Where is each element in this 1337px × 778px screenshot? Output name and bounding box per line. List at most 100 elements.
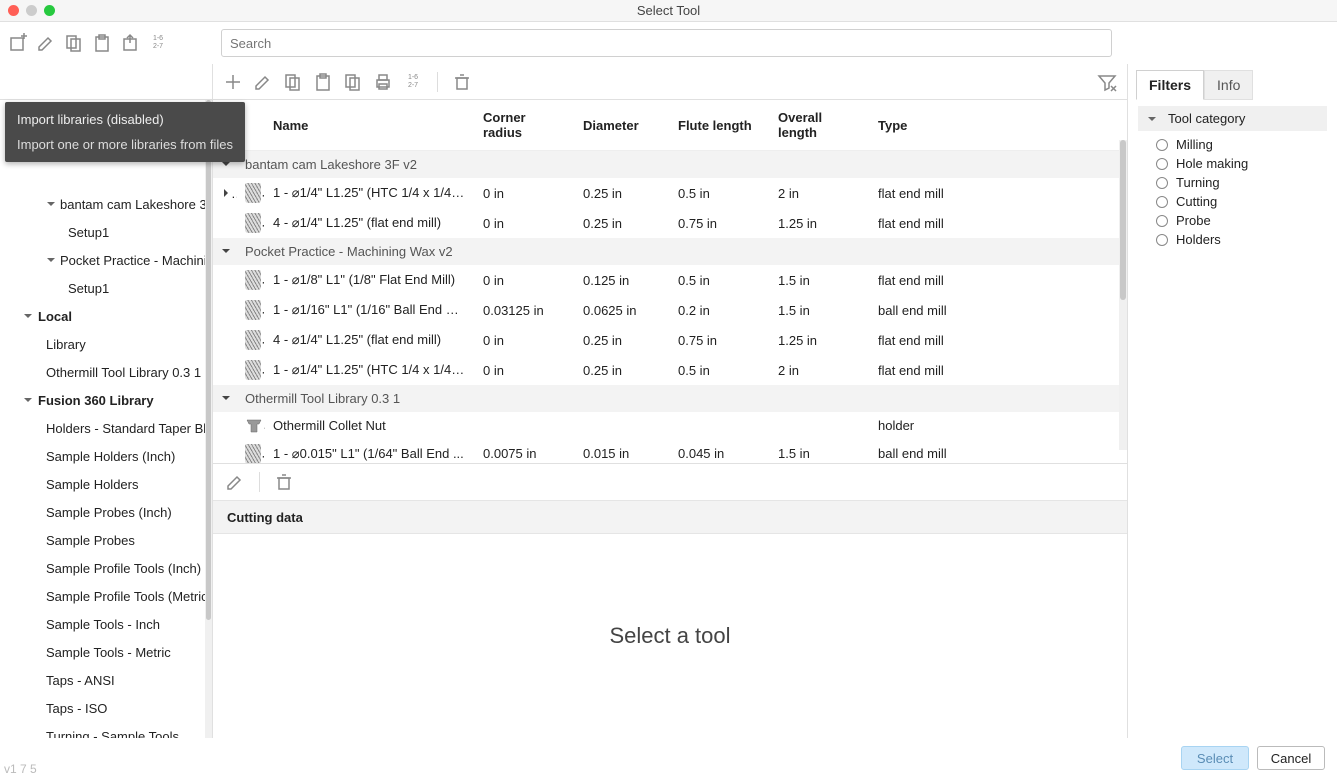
tree-item[interactable]: Taps - ANSI bbox=[0, 666, 212, 694]
table-row[interactable]: 1 - ⌀1/16" L1" (1/16" Ball End M...0.031… bbox=[213, 295, 1127, 325]
add-tool-icon[interactable] bbox=[223, 72, 243, 92]
endmill-icon bbox=[245, 330, 261, 350]
table-row[interactable]: 4 - ⌀1/4" L1.25" (flat end mill)0 in0.25… bbox=[213, 325, 1127, 355]
tree-item[interactable]: Fusion 360 Library bbox=[0, 386, 212, 414]
sidebar-scrollbar[interactable] bbox=[205, 100, 212, 738]
radio-icon bbox=[1156, 234, 1168, 246]
table-row[interactable]: 4 - ⌀1/4" L1.25" (flat end mill)0 in0.25… bbox=[213, 208, 1127, 238]
tree-item[interactable]: Pocket Practice - Machinin bbox=[0, 246, 212, 274]
version-label: v1 7 5 bbox=[4, 762, 37, 776]
copy-tool-icon[interactable] bbox=[283, 72, 303, 92]
table-group-row[interactable]: bantam cam Lakeshore 3F v2 bbox=[213, 151, 1127, 179]
table-row[interactable]: 1 - ⌀0.015" L1" (1/64" Ball End ...0.007… bbox=[213, 439, 1127, 464]
paste-tool-icon[interactable] bbox=[313, 72, 333, 92]
delete-cutting-data-icon[interactable] bbox=[274, 472, 294, 492]
endmill-icon bbox=[245, 444, 261, 464]
tree-item[interactable]: Local bbox=[0, 302, 212, 330]
tab-filters[interactable]: Filters bbox=[1136, 70, 1204, 100]
tree-item[interactable]: Sample Holders bbox=[0, 470, 212, 498]
badge-top: 1-6 bbox=[153, 35, 163, 43]
edit-icon[interactable] bbox=[36, 33, 56, 53]
export-icon[interactable] bbox=[120, 33, 140, 53]
delete-tool-icon[interactable] bbox=[452, 72, 472, 92]
select-button[interactable]: Select bbox=[1181, 746, 1249, 770]
copy-icon[interactable] bbox=[64, 33, 84, 53]
edit-cutting-data-icon[interactable] bbox=[225, 472, 245, 492]
endmill-icon bbox=[245, 270, 261, 290]
col-diameter[interactable]: Diameter bbox=[575, 100, 670, 151]
table-row[interactable]: Othermill Collet Nutholder bbox=[213, 412, 1127, 439]
duplicate-tool-icon[interactable] bbox=[343, 72, 363, 92]
close-window-icon[interactable] bbox=[8, 5, 19, 16]
chevron-down-icon bbox=[1146, 113, 1158, 125]
tree-item[interactable]: Setup1 bbox=[0, 274, 212, 302]
table-row[interactable]: 1 - ⌀1/4" L1.25" (HTC 1/4 x 1/4 x...0 in… bbox=[213, 178, 1127, 208]
chevron-down-icon bbox=[46, 254, 56, 266]
col-name[interactable]: Name bbox=[265, 100, 475, 151]
chevron-down-icon bbox=[22, 310, 34, 322]
library-tree[interactable]: bantam cam Lakeshore 3FSetup1Pocket Prac… bbox=[0, 100, 212, 738]
tree-item[interactable]: Turning - Sample Tools bbox=[0, 722, 212, 738]
col-flute-length[interactable]: Flute length bbox=[670, 100, 770, 151]
col-type[interactable]: Type bbox=[870, 100, 1127, 151]
table-group-row[interactable]: Pocket Practice - Machining Wax v2 bbox=[213, 238, 1127, 265]
tooltip-title: Import libraries (disabled) bbox=[17, 112, 233, 127]
edit-tool-icon[interactable] bbox=[253, 72, 273, 92]
tab-info[interactable]: Info bbox=[1204, 70, 1253, 100]
radio-icon bbox=[1156, 158, 1168, 170]
sidebar-toolbar bbox=[0, 64, 212, 100]
chevron-down-icon bbox=[22, 394, 34, 406]
renumber-icon[interactable]: 1-6 2-7 bbox=[148, 33, 168, 53]
endmill-icon bbox=[245, 213, 261, 233]
window-title: Select Tool bbox=[637, 3, 700, 18]
detail-pane: Select a tool bbox=[213, 534, 1127, 738]
zoom-window-icon[interactable] bbox=[44, 5, 55, 16]
cutting-data-header: Cutting data bbox=[213, 500, 1127, 534]
print-icon[interactable] bbox=[373, 72, 393, 92]
tree-item[interactable]: Library bbox=[0, 330, 212, 358]
tooltip: Import libraries (disabled) Import one o… bbox=[5, 102, 245, 162]
library-sidebar: bantam cam Lakeshore 3FSetup1Pocket Prac… bbox=[0, 64, 213, 738]
filter-heading-tool-category[interactable]: Tool category bbox=[1138, 106, 1327, 131]
filter-option[interactable]: Cutting bbox=[1138, 192, 1327, 211]
search-input[interactable] bbox=[221, 29, 1112, 57]
tree-item[interactable]: Setup1 bbox=[0, 218, 212, 246]
tree-item[interactable]: Sample Tools - Metric bbox=[0, 638, 212, 666]
clear-filter-icon[interactable] bbox=[1097, 72, 1117, 92]
tree-item[interactable]: Taps - ISO bbox=[0, 694, 212, 722]
filter-option[interactable]: Milling bbox=[1138, 135, 1327, 154]
filter-option[interactable]: Turning bbox=[1138, 173, 1327, 192]
tree-item[interactable]: Sample Tools - Inch bbox=[0, 610, 212, 638]
radio-icon bbox=[1156, 215, 1168, 227]
minimize-window-icon[interactable] bbox=[26, 5, 37, 16]
table-scrollbar[interactable] bbox=[1119, 140, 1127, 450]
tool-toolbar: 1-6 2-7 bbox=[213, 64, 1127, 100]
filter-option[interactable]: Probe bbox=[1138, 211, 1327, 230]
col-corner-radius[interactable]: Corner radius bbox=[475, 100, 575, 151]
table-row[interactable]: 1 - ⌀1/8" L1" (1/8" Flat End Mill)0 in0.… bbox=[213, 265, 1127, 295]
window-titlebar: Select Tool bbox=[0, 0, 1337, 22]
table-group-row[interactable]: Othermill Tool Library 0.3 1 bbox=[213, 385, 1127, 412]
paste-icon[interactable] bbox=[92, 33, 112, 53]
tree-item[interactable]: Sample Probes bbox=[0, 526, 212, 554]
holder-icon bbox=[245, 418, 263, 434]
tree-item[interactable]: Sample Probes (Inch) bbox=[0, 498, 212, 526]
badge-bottom: 2-7 bbox=[153, 43, 163, 51]
tooltip-body: Import one or more libraries from files bbox=[17, 137, 233, 152]
table-row[interactable]: 1 - ⌀1/4" L1.25" (HTC 1/4 x 1/4 x...0 in… bbox=[213, 355, 1127, 385]
tool-table[interactable]: Name Corner radius Diameter Flute length… bbox=[213, 100, 1127, 464]
tree-item[interactable]: Othermill Tool Library 0.3 1 bbox=[0, 358, 212, 386]
new-library-icon[interactable] bbox=[8, 33, 28, 53]
tree-item[interactable]: Sample Holders (Inch) bbox=[0, 442, 212, 470]
tree-item[interactable]: Sample Profile Tools (Metric bbox=[0, 582, 212, 610]
cancel-button[interactable]: Cancel bbox=[1257, 746, 1325, 770]
renumber-tool-icon[interactable]: 1-6 2-7 bbox=[403, 72, 423, 92]
filter-option[interactable]: Holders bbox=[1138, 230, 1327, 249]
tree-item[interactable]: Sample Profile Tools (Inch) bbox=[0, 554, 212, 582]
col-overall-length[interactable]: Overall length bbox=[770, 100, 870, 151]
endmill-icon bbox=[245, 183, 261, 203]
tree-item[interactable]: bantam cam Lakeshore 3F bbox=[0, 190, 212, 218]
filter-option[interactable]: Hole making bbox=[1138, 154, 1327, 173]
endmill-icon bbox=[245, 300, 261, 320]
tree-item[interactable]: Holders - Standard Taper Bla bbox=[0, 414, 212, 442]
